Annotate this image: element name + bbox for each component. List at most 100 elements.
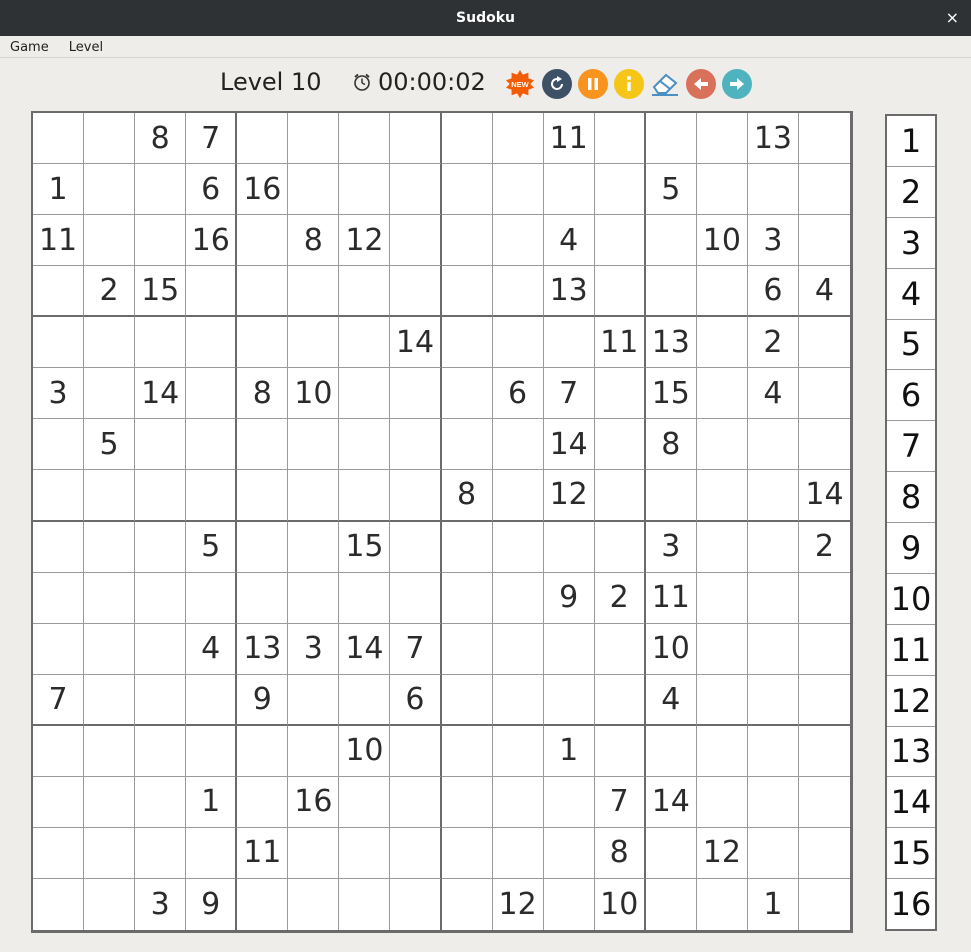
restart-button[interactable]	[542, 69, 572, 99]
board-cell[interactable]	[288, 521, 340, 573]
board-cell[interactable]	[135, 674, 187, 726]
board-cell[interactable]	[33, 572, 85, 624]
board-cell[interactable]	[390, 725, 442, 777]
eraser-button[interactable]	[650, 69, 680, 99]
board-cell[interactable]	[441, 878, 493, 930]
board-cell[interactable]: 3	[288, 623, 340, 675]
board-cell[interactable]	[594, 521, 646, 573]
board-cell[interactable]	[696, 776, 748, 828]
board-cell[interactable]	[186, 827, 238, 879]
board-cell[interactable]	[543, 674, 595, 726]
board-cell[interactable]	[33, 776, 85, 828]
board-cell[interactable]: 2	[594, 572, 646, 624]
board-cell[interactable]	[645, 827, 697, 879]
board-cell[interactable]	[798, 164, 850, 216]
board-cell[interactable]: 10	[288, 368, 340, 420]
board-cell[interactable]	[288, 470, 340, 522]
board-cell[interactable]	[186, 572, 238, 624]
board-cell[interactable]	[441, 215, 493, 267]
board-cell[interactable]	[798, 827, 850, 879]
board-cell[interactable]: 2	[84, 266, 136, 318]
board-cell[interactable]	[339, 368, 391, 420]
board-cell[interactable]	[696, 878, 748, 930]
board-cell[interactable]: 3	[645, 521, 697, 573]
board-cell[interactable]	[339, 470, 391, 522]
palette-number[interactable]: 11	[887, 625, 935, 676]
board-cell[interactable]: 2	[747, 317, 799, 369]
board-cell[interactable]	[237, 776, 289, 828]
board-cell[interactable]: 9	[237, 674, 289, 726]
board-cell[interactable]	[390, 470, 442, 522]
board-cell[interactable]: 8	[237, 368, 289, 420]
board-cell[interactable]	[288, 572, 340, 624]
board-cell[interactable]	[237, 725, 289, 777]
palette-number[interactable]: 1	[887, 116, 935, 167]
palette-number[interactable]: 15	[887, 828, 935, 880]
board-cell[interactable]: 11	[33, 215, 85, 267]
board-cell[interactable]	[33, 827, 85, 879]
palette-number[interactable]: 8	[887, 472, 935, 523]
board-cell[interactable]	[492, 674, 544, 726]
board-cell[interactable]	[288, 317, 340, 369]
board-cell[interactable]	[645, 470, 697, 522]
board-cell[interactable]	[33, 725, 85, 777]
board-cell[interactable]	[441, 776, 493, 828]
board-cell[interactable]: 8	[135, 113, 187, 165]
board-cell[interactable]	[747, 623, 799, 675]
board-cell[interactable]	[186, 368, 238, 420]
board-cell[interactable]	[135, 827, 187, 879]
board-cell[interactable]: 4	[186, 623, 238, 675]
board-cell[interactable]: 10	[594, 878, 646, 930]
board-cell[interactable]	[390, 215, 442, 267]
board-cell[interactable]	[492, 776, 544, 828]
board-cell[interactable]	[492, 725, 544, 777]
board-cell[interactable]	[543, 878, 595, 930]
board-cell[interactable]: 14	[543, 419, 595, 471]
board-cell[interactable]	[441, 113, 493, 165]
board-cell[interactable]	[288, 878, 340, 930]
board-cell[interactable]: 16	[288, 776, 340, 828]
palette-number[interactable]: 10	[887, 574, 935, 625]
palette-number[interactable]: 12	[887, 676, 935, 727]
board-cell[interactable]	[594, 164, 646, 216]
board-cell[interactable]: 1	[33, 164, 85, 216]
board-cell[interactable]: 10	[645, 623, 697, 675]
board-cell[interactable]	[33, 113, 85, 165]
board-cell[interactable]: 11	[543, 113, 595, 165]
board-cell[interactable]	[492, 572, 544, 624]
board-cell[interactable]	[84, 317, 136, 369]
board-cell[interactable]	[798, 776, 850, 828]
board-cell[interactable]: 3	[33, 368, 85, 420]
board-cell[interactable]: 4	[543, 215, 595, 267]
board-cell[interactable]	[288, 419, 340, 471]
board-cell[interactable]	[135, 164, 187, 216]
board-cell[interactable]	[288, 266, 340, 318]
board-cell[interactable]	[798, 215, 850, 267]
board-cell[interactable]	[594, 368, 646, 420]
board-cell[interactable]	[135, 572, 187, 624]
board-cell[interactable]	[492, 827, 544, 879]
undo-button[interactable]	[686, 69, 716, 99]
pause-button[interactable]	[578, 69, 608, 99]
board-cell[interactable]	[441, 827, 493, 879]
board-cell[interactable]: 4	[645, 674, 697, 726]
palette-number[interactable]: 6	[887, 370, 935, 422]
board-cell[interactable]	[339, 317, 391, 369]
board-cell[interactable]	[84, 113, 136, 165]
board-cell[interactable]	[645, 266, 697, 318]
board-cell[interactable]	[594, 470, 646, 522]
board-cell[interactable]	[543, 623, 595, 675]
board-cell[interactable]	[390, 113, 442, 165]
board-cell[interactable]	[594, 623, 646, 675]
board-cell[interactable]: 14	[339, 623, 391, 675]
board-cell[interactable]	[492, 470, 544, 522]
board-cell[interactable]	[84, 368, 136, 420]
board-cell[interactable]	[33, 623, 85, 675]
board-cell[interactable]: 13	[543, 266, 595, 318]
palette-number[interactable]: 13	[887, 727, 935, 778]
board-cell[interactable]: 16	[237, 164, 289, 216]
board-cell[interactable]	[288, 164, 340, 216]
menu-game[interactable]: Game	[5, 37, 54, 58]
board-cell[interactable]	[84, 623, 136, 675]
board-cell[interactable]	[492, 623, 544, 675]
